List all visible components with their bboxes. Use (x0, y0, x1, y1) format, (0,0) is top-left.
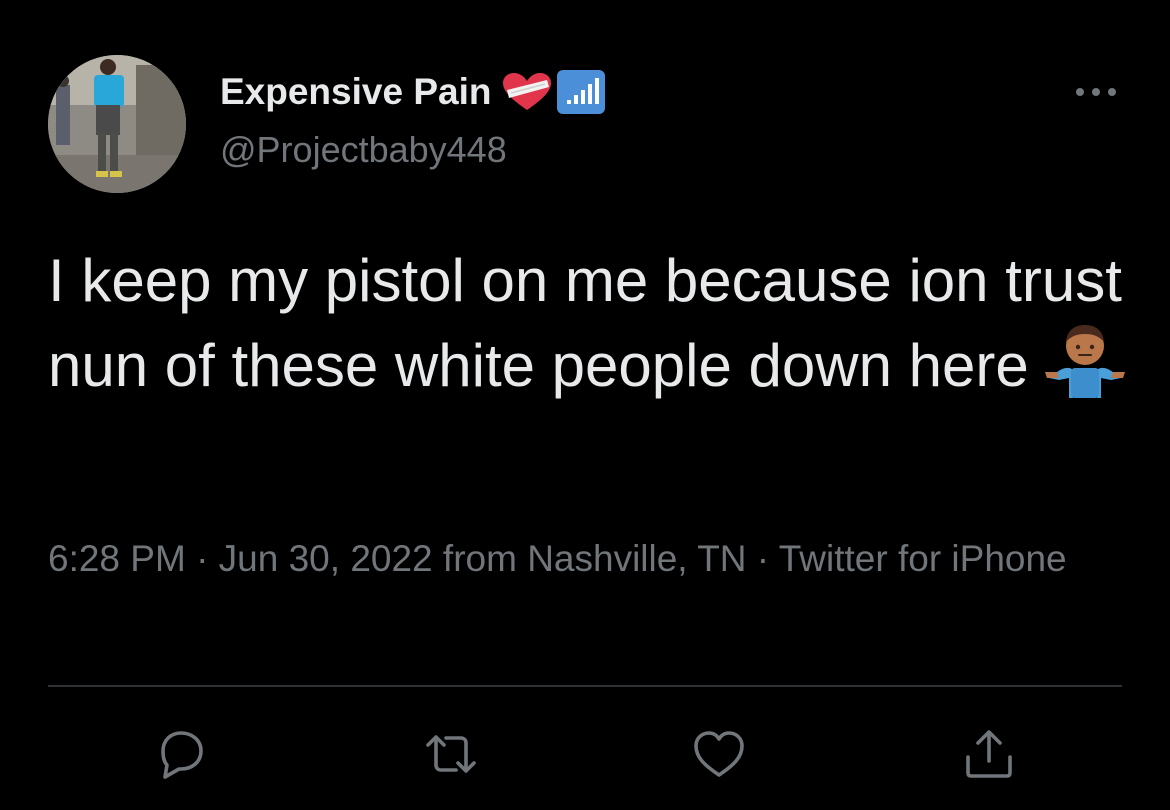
avatar-photo (48, 55, 186, 193)
reply-icon (161, 731, 203, 779)
tweet-actions-bar (0, 722, 1170, 786)
retweet-icon (426, 735, 476, 773)
avatar[interactable] (48, 55, 186, 193)
more-dots-icon (1076, 88, 1116, 96)
tweet-text-body: I keep my pistol on me because ion trust… (48, 247, 1122, 399)
tweet-detail: Expensive Pain @Projectbaby448 I keep my… (0, 0, 1170, 810)
author-handle[interactable]: @Projectbaby448 (220, 128, 507, 172)
author-name-row: Expensive Pain (220, 68, 606, 116)
divider (48, 685, 1122, 687)
author-display-name[interactable]: Expensive Pain (220, 68, 491, 116)
retweet-button[interactable] (419, 722, 483, 786)
share-icon (966, 730, 1012, 778)
reply-button[interactable] (148, 722, 212, 786)
bandaged-heart-icon (503, 73, 552, 110)
heart-icon (694, 731, 744, 777)
share-button[interactable] (957, 722, 1021, 786)
signal-bars-icon (557, 70, 606, 114)
like-button[interactable] (687, 722, 751, 786)
person-shrugging-emoji (1044, 325, 1125, 398)
tweet-timestamp-source: 6:28 PM · Jun 30, 2022 from Nashville, T… (48, 538, 1067, 579)
tweet-text: I keep my pistol on me because ion trust… (48, 240, 1128, 407)
more-options-button[interactable] (1070, 78, 1122, 106)
